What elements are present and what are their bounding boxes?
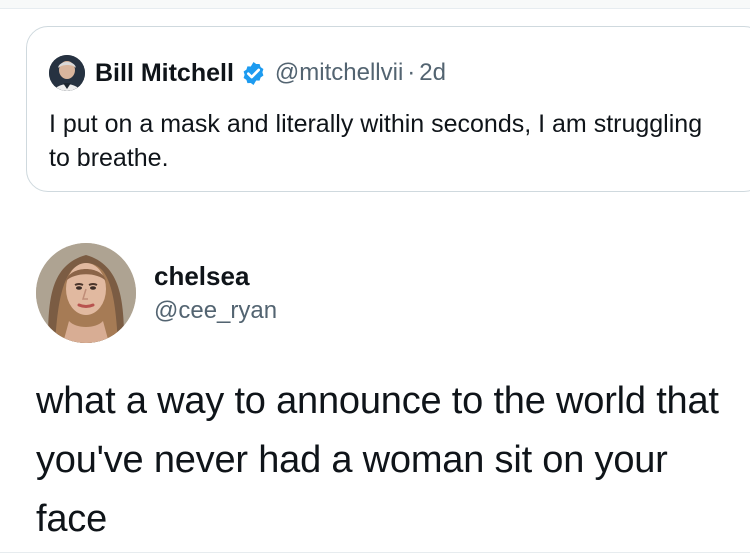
quoted-tweet-card[interactable]: Bill Mitchell @mitchellvii · 2d I put on…: [26, 26, 750, 192]
verified-icon: [243, 61, 264, 85]
quoted-author-avatar[interactable]: [49, 55, 85, 91]
tweet-author-info: chelsea @cee_ryan: [154, 259, 277, 327]
tweet-author-row: chelsea @cee_ryan: [36, 243, 277, 343]
tweet-author-avatar[interactable]: [36, 243, 136, 343]
metadata-separator: ·: [407, 59, 416, 86]
quoted-author-handle[interactable]: @mitchellvii: [275, 59, 403, 87]
quoted-tweet-header: Bill Mitchell @mitchellvii · 2d: [49, 53, 446, 93]
bottom-divider: [0, 552, 750, 553]
tweet-screenshot: Bill Mitchell @mitchellvii · 2d I put on…: [0, 0, 750, 558]
quoted-tweet-time[interactable]: 2d: [419, 59, 446, 87]
quoted-tweet-text: I put on a mask and literally within sec…: [49, 110, 703, 172]
tweet-text: what a way to announce to the world that…: [36, 380, 719, 540]
tweet-author-handle[interactable]: @cee_ryan: [154, 294, 277, 327]
quoted-author-name[interactable]: Bill Mitchell: [95, 59, 234, 88]
top-divider: [0, 0, 750, 9]
bill-mitchell-photo-icon: [49, 55, 85, 91]
chelsea-photo-icon: [36, 243, 136, 343]
tweet-author-name[interactable]: chelsea: [154, 259, 277, 294]
